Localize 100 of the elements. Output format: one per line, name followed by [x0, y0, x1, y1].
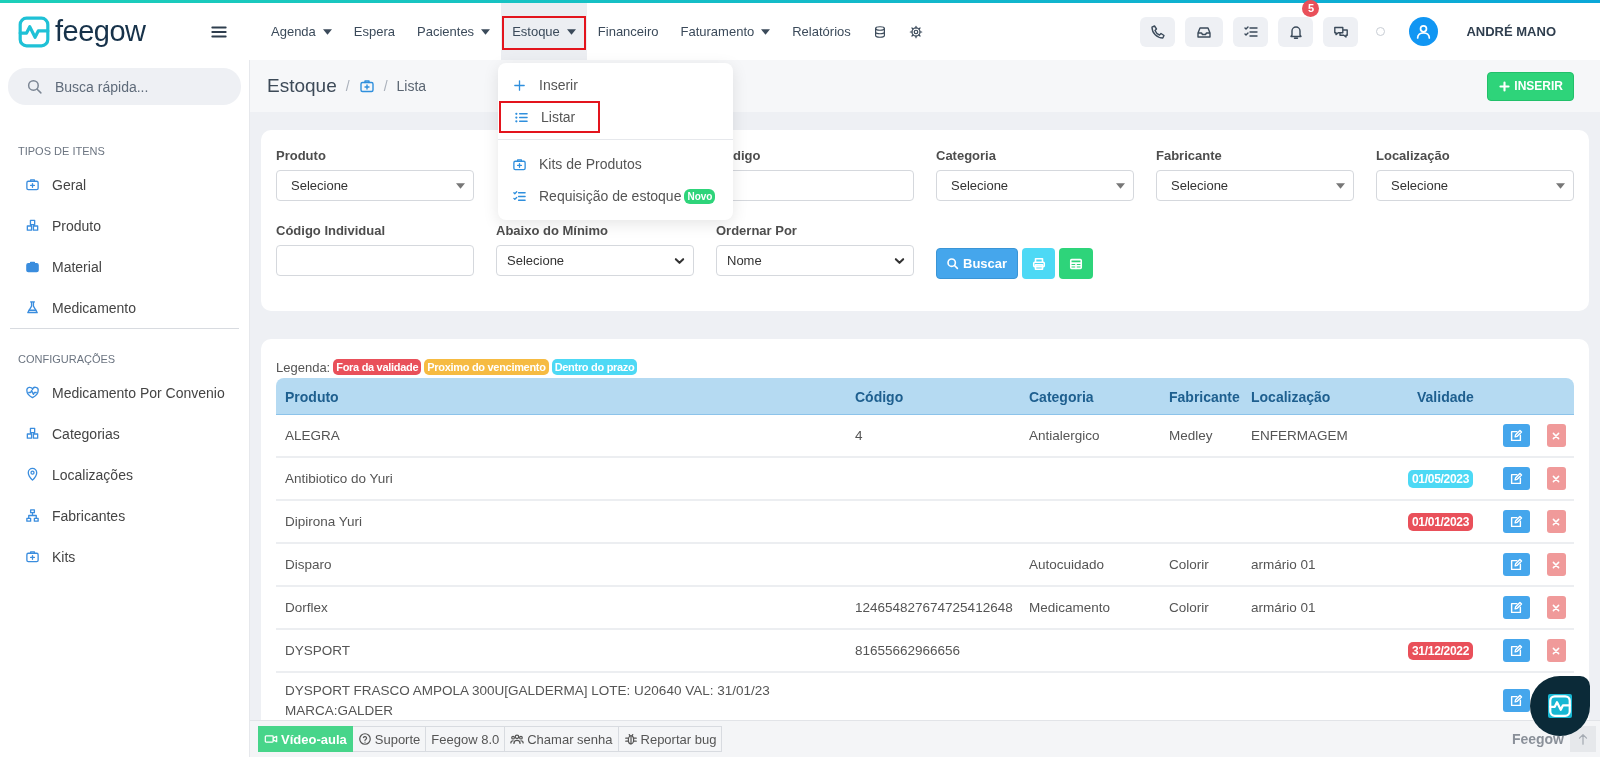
table-cell: ENFERMAGEM: [1251, 428, 1348, 443]
nav-item[interactable]: Agenda: [260, 3, 343, 60]
input-field[interactable]: [276, 245, 474, 276]
spreadsheet-button[interactable]: [1059, 248, 1094, 279]
heartbeat-icon: [17, 14, 51, 49]
bell-icon: [1287, 23, 1304, 40]
heart-pulse-icon: [25, 385, 40, 400]
edit-icon: [1509, 557, 1523, 572]
first-aid-kit-icon: [25, 177, 40, 192]
search-icon: [26, 78, 43, 95]
footer-button[interactable]: Suporte: [352, 726, 427, 752]
notification-badge: 5: [1302, 0, 1320, 17]
delete-button[interactable]: [1546, 596, 1566, 619]
cubes-icon: [25, 426, 40, 441]
footer-button[interactable]: Feegow 8.0: [426, 726, 506, 752]
field-label: Produto: [276, 148, 326, 163]
chevron-down-icon: [674, 256, 685, 265]
footer-button[interactable]: Reportar bug: [618, 726, 723, 752]
column-header[interactable]: Fabricante: [1160, 378, 1242, 415]
column-header[interactable]: Categoria: [1020, 378, 1160, 415]
sidebar-item[interactable]: Material: [0, 246, 249, 287]
column-header[interactable]: Produto: [276, 378, 846, 415]
table-cell-text: Antibiotico do Yuri: [285, 469, 393, 488]
breadcrumb-separator: /: [383, 78, 388, 94]
user-name[interactable]: ANDRÉ MANO: [1466, 24, 1556, 39]
plus-icon: [512, 77, 527, 93]
scroll-top-button[interactable]: [1570, 726, 1596, 752]
select-field[interactable]: Selecione: [276, 170, 474, 201]
table-cell: 81655662966656: [855, 643, 961, 658]
video-camera-icon: [264, 732, 278, 746]
edit-icon: [1509, 693, 1523, 708]
table-cell: 4: [855, 428, 863, 443]
inbox-button[interactable]: [1185, 16, 1224, 47]
menu-item[interactable]: Listar: [499, 101, 600, 133]
delete-button[interactable]: [1546, 510, 1566, 533]
column-header[interactable]: Código: [846, 378, 1020, 415]
nav-item[interactable]: Estoque: [501, 3, 587, 60]
edit-button[interactable]: [1502, 467, 1530, 490]
bell-button[interactable]: [1278, 16, 1314, 47]
printer-icon: [1031, 256, 1046, 271]
menu-item[interactable]: Kits de Produtos: [498, 148, 733, 180]
chat-button[interactable]: [1323, 16, 1359, 47]
edit-button[interactable]: [1502, 553, 1530, 576]
select-field[interactable]: Selecione: [1376, 170, 1574, 201]
print-button[interactable]: [1022, 248, 1056, 279]
nav-item[interactable]: Pacientes: [406, 3, 502, 60]
table-cell: Colorir: [1169, 600, 1209, 615]
select-field[interactable]: Nome: [716, 245, 914, 276]
edit-button[interactable]: [1502, 510, 1530, 533]
field-label: Código Individual: [276, 223, 386, 238]
new-badge: Novo: [684, 188, 716, 204]
table-cell: Colorir: [1169, 557, 1209, 572]
phone-icon: [1149, 23, 1166, 40]
phone-button[interactable]: [1140, 16, 1176, 47]
settings-icon: [908, 24, 923, 39]
column-header[interactable]: Localização: [1242, 378, 1408, 415]
search-field[interactable]: Busca rápida...: [8, 68, 241, 105]
sitemap-icon: [25, 508, 40, 523]
nav-item[interactable]: Faturamento: [669, 3, 782, 60]
sidebar-item[interactable]: Medicamento Por Convenio: [10, 372, 239, 413]
checklist-button[interactable]: [1233, 16, 1269, 47]
edit-button[interactable]: [1502, 639, 1530, 662]
field-label: Abaixo do Mínimo: [496, 223, 608, 238]
edit-icon: [1509, 471, 1523, 486]
edit-icon: [1509, 514, 1523, 529]
table-icon: [1069, 256, 1084, 271]
avatar[interactable]: [1409, 17, 1439, 46]
edit-icon: [1509, 428, 1523, 443]
delete-button[interactable]: [1546, 467, 1566, 490]
footer-brand: Feegow: [1511, 731, 1564, 747]
first-aid-kit-icon: [25, 549, 40, 564]
brand-name: feegow: [55, 15, 146, 48]
menu-item[interactable]: Requisição de estoque Novo: [498, 180, 733, 212]
delete-button[interactable]: [1546, 553, 1566, 576]
nav-item[interactable]: Financeiro: [586, 3, 670, 60]
date-badge: 01/01/2023: [1408, 512, 1474, 531]
nav-item[interactable]: Espera: [342, 3, 407, 60]
edit-button[interactable]: [1502, 424, 1530, 447]
select-field[interactable]: Selecione: [1156, 170, 1354, 201]
caret-icon: [1336, 182, 1345, 189]
sidebar-item[interactable]: Localizações: [10, 454, 239, 495]
table-cell-text: Dipirona Yuri: [285, 512, 363, 531]
sidebar-item[interactable]: Produto: [0, 205, 249, 246]
sidebar-item[interactable]: Kits: [10, 536, 239, 577]
delete-button[interactable]: [1546, 639, 1566, 662]
sidebar-item[interactable]: Fabricantes: [10, 495, 239, 536]
delete-button[interactable]: [1546, 424, 1566, 447]
users-icon: [510, 732, 525, 746]
edit-button[interactable]: [1502, 689, 1530, 713]
field-label: Localização: [1376, 148, 1450, 163]
menu-item[interactable]: Inserir: [498, 69, 733, 101]
sidebar-item[interactable]: Categorias: [10, 413, 239, 454]
sidebar-item[interactable]: Medicamento: [0, 287, 249, 328]
edit-button[interactable]: [1502, 596, 1530, 619]
footer-button[interactable]: Chamar senha: [505, 726, 619, 752]
sidebar-item[interactable]: Geral: [0, 164, 249, 205]
column-header[interactable]: Validade: [1408, 378, 1494, 415]
nav-item[interactable]: Relatórios: [781, 3, 862, 60]
select-field[interactable]: Selecione: [496, 245, 694, 276]
select-field[interactable]: Selecione: [936, 170, 1134, 201]
